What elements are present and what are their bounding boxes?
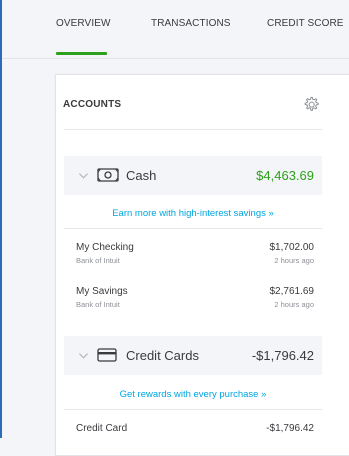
account-amount: $2,761.69 (269, 286, 315, 297)
credit-card-icon (97, 348, 117, 362)
account-row-credit-card[interactable]: Credit Card -$1,796.42 (64, 419, 322, 453)
account-row-my-savings[interactable]: My Savings Bank of Intuit $2,761.69 2 ho… (64, 282, 322, 316)
account-name: Credit Card (76, 423, 128, 434)
accounts-card-header: ACCOUNTS (56, 75, 336, 130)
chevron-down-icon[interactable] (78, 350, 89, 361)
account-name: My Checking (76, 242, 134, 253)
cash-icon (97, 168, 119, 182)
header-divider (64, 129, 322, 130)
group-row-cash[interactable]: Cash $4,463.69 (64, 156, 322, 195)
account-amount: -$1,796.42 (266, 423, 314, 434)
rewards-promo-link[interactable]: Get rewards with every purchase » (64, 380, 322, 410)
window-left-border (0, 0, 2, 438)
group-amount-credit-cards: -$1,796.42 (251, 348, 314, 363)
account-name: My Savings (76, 286, 128, 297)
group-amount-cash: $4,463.69 (256, 168, 314, 183)
savings-promo-link[interactable]: Earn more with high-interest savings » (64, 199, 322, 229)
chevron-down-icon[interactable] (78, 170, 89, 181)
account-updated: 2 hours ago (274, 256, 314, 265)
group-row-credit-cards[interactable]: Credit Cards -$1,796.42 (64, 336, 322, 375)
account-row-my-checking[interactable]: My Checking Bank of Intuit $1,702.00 2 h… (64, 238, 322, 272)
tab-transactions[interactable]: TRANSACTIONS (151, 18, 231, 29)
tab-credit-score[interactable]: CREDIT SCORE (267, 18, 344, 29)
account-bank: Bank of Intuit (76, 300, 120, 309)
account-updated: 2 hours ago (274, 300, 314, 309)
account-amount: $1,702.00 (269, 242, 315, 253)
account-bank: Bank of Intuit (76, 256, 120, 265)
accounts-card: ACCOUNTS Cash $4,463.69 Earn more with h… (55, 74, 349, 456)
active-tab-indicator (56, 52, 107, 55)
gear-icon[interactable] (301, 95, 321, 115)
group-label-cash: Cash (126, 168, 157, 183)
tab-overview[interactable]: OVERVIEW (56, 18, 111, 29)
accounts-title: ACCOUNTS (63, 99, 122, 110)
top-navigation: OVERVIEW TRANSACTIONS CREDIT SCORE (2, 0, 349, 59)
group-label-credit-cards: Credit Cards (126, 348, 199, 363)
